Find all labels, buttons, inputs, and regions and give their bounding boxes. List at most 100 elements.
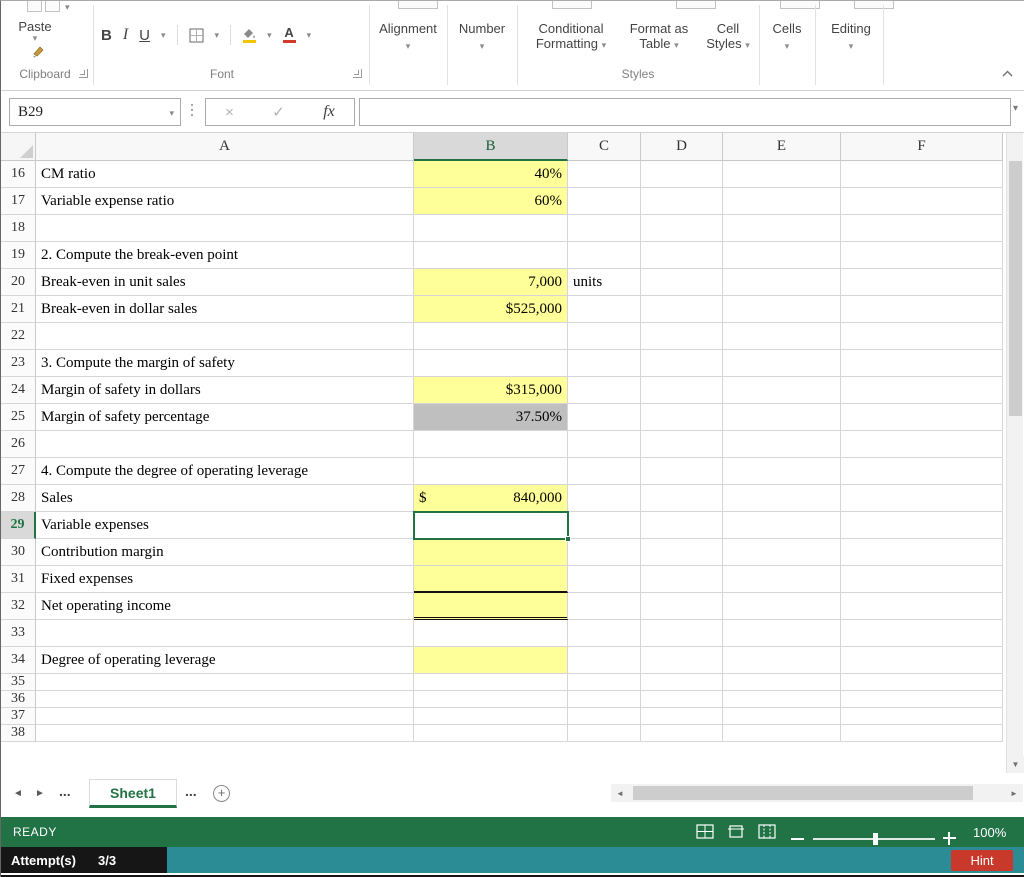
cell-A16[interactable]: CM ratio bbox=[36, 161, 414, 188]
cell-F24[interactable] bbox=[841, 377, 1003, 404]
cell-B31[interactable] bbox=[414, 566, 568, 593]
expand-formula-bar-icon[interactable]: ▾ bbox=[1013, 104, 1018, 114]
cell-A17[interactable]: Variable expense ratio bbox=[36, 188, 414, 215]
row-header-25[interactable]: 25 bbox=[1, 404, 36, 431]
cell-F31[interactable] bbox=[841, 566, 1003, 593]
cell-A27[interactable]: 4. Compute the degree of operating lever… bbox=[36, 458, 414, 485]
cell-C16[interactable] bbox=[568, 161, 641, 188]
cell-E19[interactable] bbox=[723, 242, 841, 269]
cell-A30[interactable]: Contribution margin bbox=[36, 539, 414, 566]
chevron-down-icon[interactable]: ▾ bbox=[267, 31, 272, 40]
cell-B37[interactable] bbox=[414, 708, 568, 725]
cell-E22[interactable] bbox=[723, 323, 841, 350]
row-header-26[interactable]: 26 bbox=[1, 431, 36, 458]
cell-A28[interactable]: Sales bbox=[36, 485, 414, 512]
column-header-b[interactable]: B bbox=[414, 133, 568, 161]
row-header-17[interactable]: 17 bbox=[1, 188, 36, 215]
tab-scroll-right-icon[interactable]: ► bbox=[35, 788, 45, 799]
row-header-23[interactable]: 23 bbox=[1, 350, 36, 377]
cell-E34[interactable] bbox=[723, 647, 841, 674]
cell-C27[interactable] bbox=[568, 458, 641, 485]
cell-A22[interactable] bbox=[36, 323, 414, 350]
cell-F23[interactable] bbox=[841, 350, 1003, 377]
cell-styles-button[interactable]: Cell Styles ▾ bbox=[699, 21, 757, 51]
tab-sheet1[interactable]: Sheet1 bbox=[89, 779, 177, 808]
cell-A25[interactable]: Margin of safety percentage bbox=[36, 404, 414, 431]
cell-F28[interactable] bbox=[841, 485, 1003, 512]
insert-function-icon[interactable]: fx bbox=[323, 103, 335, 121]
cell-C30[interactable] bbox=[568, 539, 641, 566]
cell-B34[interactable] bbox=[414, 647, 568, 674]
italic-button[interactable]: I bbox=[123, 26, 128, 44]
number-button[interactable]: Number ▾ bbox=[451, 21, 513, 51]
cell-F36[interactable] bbox=[841, 691, 1003, 708]
cell-A35[interactable] bbox=[36, 674, 414, 691]
cell-B23[interactable] bbox=[414, 350, 568, 377]
font-dialog-launcher-icon[interactable] bbox=[353, 69, 362, 78]
zoom-out-icon[interactable] bbox=[791, 838, 804, 840]
cells-button[interactable]: Cells ▾ bbox=[763, 21, 811, 51]
chevron-down-icon[interactable]: ▾ bbox=[161, 31, 166, 40]
cell-D28[interactable] bbox=[641, 485, 723, 512]
cell-D18[interactable] bbox=[641, 215, 723, 242]
zoom-slider-thumb[interactable] bbox=[873, 833, 878, 845]
cell-E33[interactable] bbox=[723, 620, 841, 647]
name-box[interactable]: B29 ▾ bbox=[9, 98, 181, 126]
cell-F34[interactable] bbox=[841, 647, 1003, 674]
cell-A24[interactable]: Margin of safety in dollars bbox=[36, 377, 414, 404]
cell-D21[interactable] bbox=[641, 296, 723, 323]
cell-C19[interactable] bbox=[568, 242, 641, 269]
page-break-view-icon[interactable] bbox=[758, 824, 776, 840]
row-header-36[interactable]: 36 bbox=[1, 691, 36, 708]
cell-B25[interactable]: 37.50% bbox=[414, 404, 568, 431]
horizontal-scrollbar[interactable]: ◄ ► bbox=[611, 784, 1023, 802]
cell-E26[interactable] bbox=[723, 431, 841, 458]
cell-F21[interactable] bbox=[841, 296, 1003, 323]
row-header-38[interactable]: 38 bbox=[1, 725, 36, 742]
cell-F33[interactable] bbox=[841, 620, 1003, 647]
cell-F17[interactable] bbox=[841, 188, 1003, 215]
cell-A19[interactable]: 2. Compute the break-even point bbox=[36, 242, 414, 269]
cell-F20[interactable] bbox=[841, 269, 1003, 296]
cell-B18[interactable] bbox=[414, 215, 568, 242]
cell-B22[interactable] bbox=[414, 323, 568, 350]
cell-F30[interactable] bbox=[841, 539, 1003, 566]
cell-D30[interactable] bbox=[641, 539, 723, 566]
zoom-slider[interactable] bbox=[813, 833, 935, 845]
zoom-in-icon[interactable] bbox=[943, 832, 956, 845]
cell-E21[interactable] bbox=[723, 296, 841, 323]
cell-A34[interactable]: Degree of operating leverage bbox=[36, 647, 414, 674]
cell-B33[interactable] bbox=[414, 620, 568, 647]
chevron-down-icon[interactable]: ▾ bbox=[169, 109, 174, 118]
cell-D33[interactable] bbox=[641, 620, 723, 647]
cell-A29[interactable]: Variable expenses bbox=[36, 512, 414, 539]
cell-C32[interactable] bbox=[568, 593, 641, 620]
cell-E25[interactable] bbox=[723, 404, 841, 431]
conditional-formatting-button[interactable]: Conditional Formatting ▾ bbox=[523, 21, 619, 51]
cell-E17[interactable] bbox=[723, 188, 841, 215]
cell-C37[interactable] bbox=[568, 708, 641, 725]
alignment-button[interactable]: Alignment ▾ bbox=[375, 21, 441, 51]
cell-C36[interactable] bbox=[568, 691, 641, 708]
tab-overflow-left[interactable]: ... bbox=[59, 783, 71, 799]
chevron-down-icon[interactable]: ▾ bbox=[307, 31, 312, 40]
row-header-18[interactable]: 18 bbox=[1, 215, 36, 242]
bold-button[interactable]: B bbox=[101, 27, 112, 44]
scroll-right-icon[interactable]: ► bbox=[1005, 784, 1023, 802]
cell-B20[interactable]: 7,000 bbox=[414, 269, 568, 296]
column-header-f[interactable]: F bbox=[841, 133, 1003, 161]
collapse-ribbon-icon[interactable] bbox=[1001, 69, 1014, 78]
cell-F32[interactable] bbox=[841, 593, 1003, 620]
cell-D19[interactable] bbox=[641, 242, 723, 269]
cell-E36[interactable] bbox=[723, 691, 841, 708]
cell-C22[interactable] bbox=[568, 323, 641, 350]
tab-overflow-right[interactable]: ... bbox=[185, 783, 197, 799]
row-header-30[interactable]: 30 bbox=[1, 539, 36, 566]
tab-scroll-left-icon[interactable]: ◄ bbox=[13, 788, 23, 799]
column-header-d[interactable]: D bbox=[641, 133, 723, 161]
cell-D17[interactable] bbox=[641, 188, 723, 215]
cell-B38[interactable] bbox=[414, 725, 568, 742]
cell-D38[interactable] bbox=[641, 725, 723, 742]
cell-F27[interactable] bbox=[841, 458, 1003, 485]
cell-C26[interactable] bbox=[568, 431, 641, 458]
